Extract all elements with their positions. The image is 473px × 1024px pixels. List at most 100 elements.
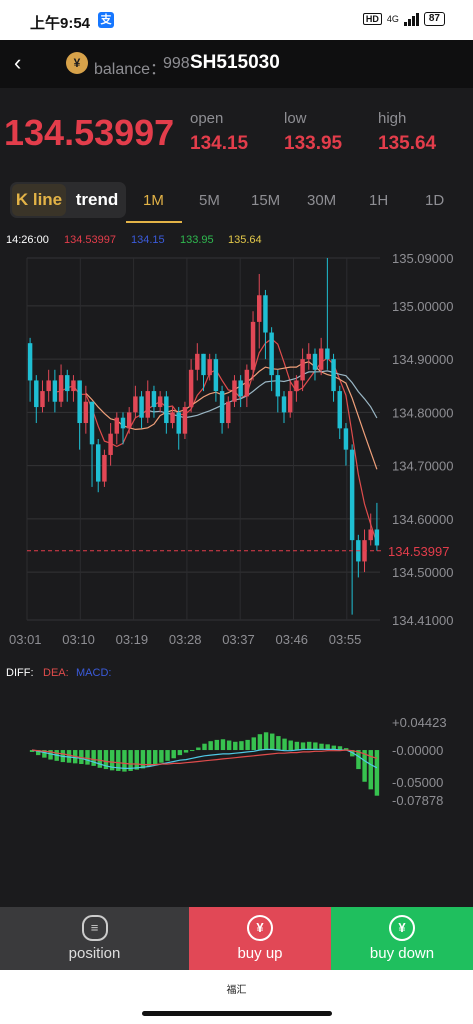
chart-area[interactable]: 14:26:00 134.53997 134.15 133.95 135.64 …	[0, 226, 473, 906]
macd-bar	[245, 739, 250, 751]
candle-body	[65, 375, 70, 392]
candle-body	[312, 353, 318, 370]
y-tick-label: 135.09000	[392, 251, 453, 266]
y-tick-label: 134.50000	[392, 565, 453, 580]
candle-body	[120, 417, 126, 429]
candle-body	[157, 396, 163, 408]
high-value: 135.64	[378, 133, 437, 154]
info-open: 134.15	[131, 234, 165, 246]
macd-bar	[97, 750, 103, 768]
timeframe-5m[interactable]: 5M	[199, 192, 220, 209]
info-current: 134.53997	[64, 234, 116, 246]
timeframe-1d[interactable]: 1D	[425, 192, 444, 209]
info-low: 133.95	[180, 234, 214, 246]
timeframe-15m[interactable]: 15M	[251, 192, 280, 209]
macd-bar	[189, 750, 195, 752]
macd-legend-macd: MACD:	[76, 667, 111, 679]
y-tick-label: 135.00000	[392, 299, 453, 314]
back-arrow-icon[interactable]: ‹	[14, 50, 21, 76]
macd-bar	[239, 741, 244, 751]
yen-down-icon: ¥	[389, 915, 415, 941]
candle-body	[374, 529, 380, 546]
candle-body	[219, 391, 225, 424]
macd-bar	[159, 750, 164, 763]
macd-bar	[288, 740, 293, 751]
macd-bar	[196, 747, 201, 751]
candle-body	[368, 529, 373, 541]
candle-body	[238, 380, 243, 397]
macd-bar	[294, 741, 300, 751]
high-label: high	[378, 110, 407, 127]
candle-body	[281, 396, 287, 413]
network-label: 4G	[386, 14, 399, 24]
candle-body	[269, 332, 274, 376]
bottom-actions: ≡ position ¥ buy up ¥ buy down	[0, 907, 473, 970]
macd-histogram	[29, 732, 380, 796]
candle-body	[244, 369, 250, 397]
macd-bar	[276, 736, 281, 751]
candle-body	[275, 375, 281, 397]
candle-body	[201, 353, 206, 376]
candle-body	[263, 295, 268, 333]
macd-bar	[153, 750, 158, 765]
candle-body	[250, 321, 256, 370]
footer: 福汇	[0, 970, 473, 1024]
candle-body	[126, 412, 132, 429]
candle-body	[213, 359, 219, 392]
buy-up-button[interactable]: ¥ buy up	[189, 907, 331, 970]
candle-body	[349, 449, 355, 541]
candle-body	[145, 391, 150, 418]
kline-axis: 135.09000 135.00000 134.90000 134.80000 134.…	[9, 251, 453, 647]
position-button[interactable]: ≡ position	[0, 907, 189, 970]
open-label: open	[190, 110, 224, 127]
low-label: low	[284, 110, 307, 127]
macd-bar	[183, 750, 189, 753]
timeframe-30m[interactable]: 30M	[307, 192, 336, 209]
timeframe-1h[interactable]: 1H	[369, 192, 388, 209]
yen-up-icon: ¥	[247, 915, 273, 941]
macd-legend-dea: DEA:	[43, 667, 69, 679]
buy-up-label: buy up	[237, 945, 283, 962]
hd-badge: HD	[362, 13, 382, 25]
macd-line	[32, 749, 378, 766]
last-price-label: 134.53997	[388, 544, 449, 559]
tab-k-line[interactable]: K line	[12, 184, 66, 216]
info-high: 135.64	[228, 234, 262, 246]
active-tab-indicator	[126, 221, 182, 223]
tab-trend[interactable]: trend	[70, 184, 124, 216]
low-value: 133.95	[284, 133, 343, 154]
candle-body	[46, 380, 51, 392]
candle-body	[325, 348, 330, 360]
x-tick-label: 03:55	[329, 632, 362, 647]
candle-body	[114, 417, 120, 434]
y-tick-label: 134.70000	[392, 459, 453, 474]
candle-body	[207, 359, 212, 376]
high-stat: high 135.64	[378, 110, 436, 155]
candle-body	[176, 412, 181, 434]
top-nav: ‹ ¥ balance： 998 SH515030	[0, 40, 473, 88]
buy-down-button[interactable]: ¥ buy down	[331, 907, 473, 970]
chart-tabs: K line trend 1M 5M 15M 30M 1H 1D	[0, 178, 473, 224]
macd-bar	[226, 740, 232, 751]
macd-bar	[208, 741, 213, 751]
timeframe-1m[interactable]: 1M	[143, 192, 164, 209]
candle-body	[300, 359, 305, 381]
candle-body	[195, 353, 200, 370]
kline-chart[interactable]: 14:26:00 134.53997 134.15 133.95 135.64 …	[0, 226, 473, 906]
macd-bar	[282, 738, 287, 751]
y-tick-label: 134.60000	[392, 512, 453, 527]
candle-body	[170, 412, 175, 424]
quote-panel: 134.53997 open 134.15 low 133.95 high 13…	[0, 88, 473, 174]
candle-body	[164, 396, 169, 424]
macd-line	[31, 748, 378, 769]
y-tick-label: 134.41000	[392, 613, 453, 628]
signal-icon	[403, 12, 419, 26]
home-indicator[interactable]	[142, 1011, 332, 1016]
candle-body	[257, 295, 262, 322]
candle-body	[226, 401, 231, 424]
candle-body	[306, 353, 312, 360]
candle-body	[151, 391, 157, 408]
candle-body	[34, 380, 39, 408]
candle-body	[343, 428, 349, 450]
buy-down-label: buy down	[369, 945, 435, 962]
